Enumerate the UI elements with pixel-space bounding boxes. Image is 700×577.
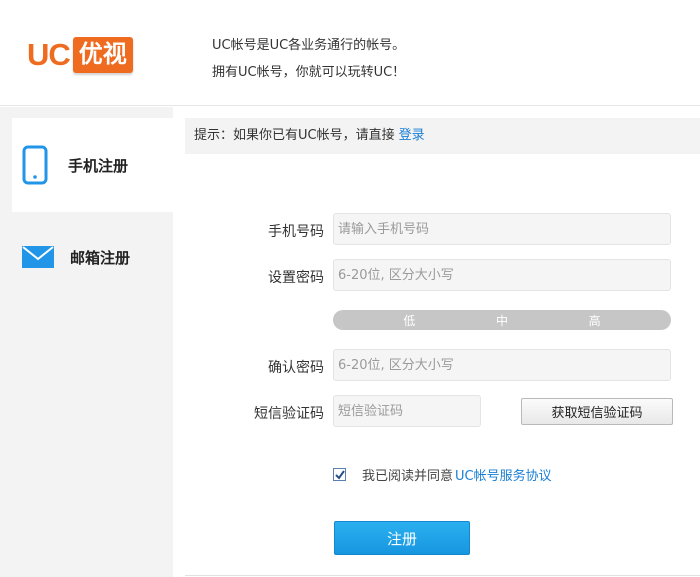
intro-line-1: UC帐号是UC各业务通行的帐号。 bbox=[212, 38, 406, 53]
divider bbox=[185, 575, 700, 576]
sidebar-item-phone-register[interactable]: 手机注册 bbox=[12, 118, 173, 212]
logo-cn-text: 优视 bbox=[72, 37, 133, 73]
mail-icon bbox=[22, 246, 54, 268]
password-strength-meter: 低 中 高 bbox=[333, 310, 671, 330]
phone-icon bbox=[22, 145, 48, 185]
strength-mid: 中 bbox=[495, 313, 508, 328]
sidebar-item-label: 邮箱注册 bbox=[70, 248, 131, 267]
tip-text: 提示：如果你已有UC帐号，请直接 bbox=[194, 128, 395, 143]
uc-logo[interactable]: UC 优视 bbox=[27, 33, 153, 77]
agree-text: 我已阅读并同意 bbox=[362, 469, 454, 484]
phone-label: 手机号码 bbox=[268, 224, 324, 240]
agreement-row: 我已阅读并同意 UC帐号服务协议 bbox=[333, 465, 552, 484]
get-sms-code-button[interactable]: 获取短信验证码 bbox=[521, 398, 673, 425]
page-header: UC 优视 UC帐号是UC各业务通行的帐号。 拥有UC帐号，你就可以玩转UC！ bbox=[0, 0, 700, 106]
agree-checkbox[interactable] bbox=[333, 468, 346, 481]
sidebar: 手机注册 邮箱注册 bbox=[0, 107, 173, 577]
password-label: 设置密码 bbox=[268, 270, 324, 286]
confirm-password-input[interactable] bbox=[333, 349, 671, 381]
sms-code-label: 短信验证码 bbox=[254, 406, 324, 422]
logo-uc-text: UC bbox=[27, 37, 71, 72]
intro-text: UC帐号是UC各业务通行的帐号。 拥有UC帐号，你就可以玩转UC！ bbox=[212, 32, 405, 86]
register-button[interactable]: 注册 bbox=[334, 521, 470, 555]
strength-high: 高 bbox=[588, 313, 601, 328]
confirm-password-label: 确认密码 bbox=[268, 360, 324, 376]
strength-low: 低 bbox=[403, 313, 416, 328]
phone-input[interactable] bbox=[333, 213, 671, 245]
sidebar-item-label: 手机注册 bbox=[68, 156, 129, 175]
service-agreement-link[interactable]: UC帐号服务协议 bbox=[455, 465, 552, 484]
intro-line-2: 拥有UC帐号，你就可以玩转UC！ bbox=[212, 65, 406, 80]
login-link[interactable]: 登录 bbox=[399, 128, 425, 143]
checkmark-icon bbox=[334, 469, 345, 480]
sidebar-item-email-register[interactable]: 邮箱注册 bbox=[12, 212, 173, 302]
login-tip: 提示：如果你已有UC帐号，请直接 登录 bbox=[185, 118, 700, 154]
sms-code-input[interactable] bbox=[333, 395, 481, 427]
password-input[interactable] bbox=[333, 259, 671, 291]
